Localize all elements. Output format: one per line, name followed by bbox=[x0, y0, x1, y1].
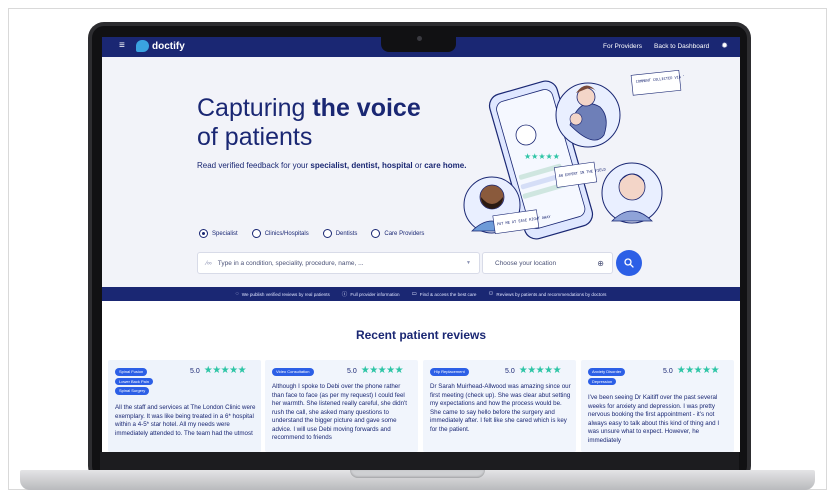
review-text: All the staff and services at The London… bbox=[115, 404, 256, 437]
people-icon: ⚇ bbox=[488, 291, 494, 297]
review-rating: 5.0 ★★★★★ bbox=[190, 365, 247, 376]
shield-icon: ◌ bbox=[235, 291, 239, 297]
chevron-down-icon[interactable]: ▼ bbox=[466, 260, 471, 266]
trust-info-bar: ◌ We publish verified reviews by real pat… bbox=[102, 287, 740, 301]
nav-link-for-providers[interactable]: For Providers bbox=[603, 43, 642, 50]
search-placeholder: Type in a condition, speciality, procedu… bbox=[217, 259, 364, 267]
search-icon bbox=[624, 258, 634, 268]
review-text: Dr Sarah Muirhead-Allwood was amazing si… bbox=[430, 383, 571, 433]
nav-link-back-to-dashboard[interactable]: Back to Dashboard bbox=[654, 43, 709, 50]
radio-clinics-hospitals[interactable]: Clinics/Hospitals bbox=[251, 229, 309, 238]
tag-badge[interactable]: Video Consultation bbox=[272, 368, 314, 376]
hero-illustration: ★★★★★ COMMENT COLLECTED VIA TEXT bbox=[463, 70, 684, 240]
info-text: Find & access the best care bbox=[419, 291, 477, 297]
radio-label: Dentists bbox=[335, 230, 358, 237]
info-item-verified: ◌ We publish verified reviews by real pat… bbox=[236, 291, 330, 297]
radio-icon[interactable] bbox=[251, 229, 261, 238]
star-rating-icon: ★★★★★ bbox=[203, 365, 247, 376]
search-type-icon: ⁄∞ bbox=[206, 259, 212, 267]
radio-icon[interactable] bbox=[371, 229, 381, 238]
review-tags: Video Consultation bbox=[272, 368, 348, 376]
review-text: I've been seeing Dr Kaitiff over the pas… bbox=[588, 394, 720, 444]
provider-type-selector: Specialist Clinics/Hospitals Dentists Ca… bbox=[199, 229, 424, 238]
info-item-recommendations: ⚇ Reviews by patients and recommendations… bbox=[488, 291, 606, 297]
hero-subtitle-part: or bbox=[412, 161, 425, 170]
hero-section: Capturing the voice of patients Read ver… bbox=[102, 57, 740, 287]
rating-score: 5.0 bbox=[347, 367, 357, 375]
info-item-find-care: ▭ Find & access the best care bbox=[412, 291, 477, 297]
review-tags: Anxiety Disorder Depression bbox=[588, 368, 664, 385]
webcam-icon bbox=[417, 36, 422, 41]
info-text: We publish verified reviews by real pati… bbox=[241, 291, 330, 297]
tag-badge[interactable]: Anxiety Disorder bbox=[588, 368, 626, 376]
star-rating-icon: ★★★★★ bbox=[676, 365, 720, 376]
radio-label: Specialist bbox=[212, 230, 238, 237]
rating-score: 5.0 bbox=[663, 367, 673, 375]
tag-badge[interactable]: Spinal Fusion bbox=[115, 368, 148, 376]
logo[interactable]: doctify bbox=[136, 40, 185, 52]
laptop-base-notch bbox=[350, 470, 485, 478]
heart-logo-icon bbox=[136, 40, 149, 52]
gear-icon[interactable]: ✹ bbox=[721, 42, 728, 50]
hero-title: Capturing the voice of patients bbox=[197, 94, 421, 152]
review-card[interactable]: Video Consultation 5.0 ★★★★★ Although I … bbox=[265, 360, 418, 452]
hero-title-part: of patients bbox=[197, 123, 313, 151]
tag-badge[interactable]: Lower Back Pain bbox=[115, 377, 154, 385]
nav-links: For Providers Back to Dashboard ✹ bbox=[603, 42, 728, 50]
rating-score: 5.0 bbox=[190, 367, 200, 375]
star-rating-icon: ★★★★★ bbox=[360, 365, 404, 376]
search-input[interactable]: ⁄∞ Type in a condition, speciality, proc… bbox=[197, 252, 480, 274]
tag-badge[interactable]: Spinal Surgery bbox=[115, 387, 150, 395]
search-button[interactable] bbox=[616, 250, 642, 276]
review-card[interactable]: Hip Replacement 5.0 ★★★★★ Dr Sarah Muirh… bbox=[423, 360, 576, 452]
hamburger-menu-icon[interactable]: ≡ bbox=[119, 41, 125, 51]
radio-icon[interactable] bbox=[322, 229, 332, 238]
radio-care-providers[interactable]: Care Providers bbox=[371, 229, 424, 238]
laptop-camera-notch bbox=[381, 30, 456, 52]
hero-subtitle: Read verified feedback for your speciali… bbox=[197, 160, 482, 172]
hero-subtitle-part: Read verified feedback for your bbox=[197, 161, 311, 170]
info-item-provider-info: ⓘ Full provider information bbox=[341, 290, 400, 299]
hero-title-part: Capturing bbox=[197, 94, 313, 122]
tag-badge[interactable]: Hip Replacement bbox=[430, 368, 469, 376]
review-rating: 5.0 ★★★★★ bbox=[663, 365, 720, 376]
star-rating-icon: ★★★★★ bbox=[518, 365, 562, 376]
radio-dentists[interactable]: Dentists bbox=[322, 229, 358, 238]
section-title: Recent patient reviews bbox=[355, 328, 487, 342]
review-rating: 5.0 ★★★★★ bbox=[347, 365, 404, 376]
info-text: Reviews by patients and recommendations … bbox=[496, 291, 607, 297]
review-rating: 5.0 ★★★★★ bbox=[505, 365, 562, 376]
calendar-icon: ▭ bbox=[411, 291, 417, 297]
logo-text: doctify bbox=[152, 40, 185, 52]
review-card[interactable]: Anxiety Disorder Depression 5.0 ★★★★★ I'… bbox=[581, 360, 734, 452]
location-placeholder: Choose your location bbox=[495, 259, 557, 267]
locate-me-icon[interactable]: ⊕ bbox=[597, 259, 604, 268]
laptop-hinge bbox=[100, 452, 739, 470]
review-card[interactable]: Spinal Fusion Lower Back Pain Spinal Sur… bbox=[108, 360, 261, 452]
location-input[interactable]: Choose your location ⊕ bbox=[482, 252, 613, 274]
svg-text:★★★★★: ★★★★★ bbox=[524, 152, 560, 161]
laptop-screen: ≡ doctify For Providers Back to Dashboar… bbox=[102, 37, 740, 452]
radio-selected-icon[interactable] bbox=[199, 229, 208, 238]
hero-subtitle-bold: specialist, dentist, hospital bbox=[310, 161, 413, 170]
radio-label: Care Providers bbox=[384, 230, 425, 237]
review-tags: Spinal Fusion Lower Back Pain Spinal Sur… bbox=[115, 368, 191, 395]
radio-label: Clinics/Hospitals bbox=[264, 230, 309, 237]
tag-badge[interactable]: Depression bbox=[588, 377, 617, 385]
info-text: Full provider information bbox=[350, 291, 400, 297]
review-tags: Hip Replacement bbox=[430, 368, 506, 376]
rating-score: 5.0 bbox=[505, 367, 515, 375]
recent-reviews-section: Recent patient reviews Spinal Fusion Low… bbox=[102, 301, 740, 452]
review-text: Although I spoke to Debi over the phone … bbox=[272, 383, 407, 441]
hero-title-bold: the voice bbox=[312, 94, 421, 122]
info-icon: ⓘ bbox=[341, 292, 348, 298]
radio-specialist[interactable]: Specialist bbox=[199, 229, 238, 238]
